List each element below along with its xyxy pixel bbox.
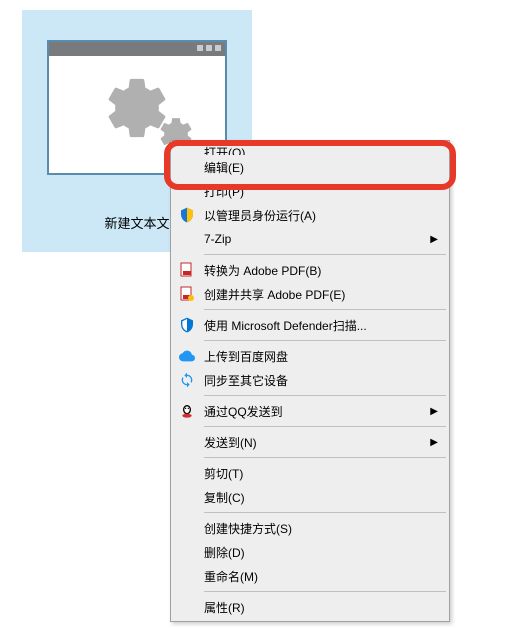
chevron-right-icon: ▶ (430, 437, 438, 448)
blank-icon (178, 519, 196, 537)
chevron-right-icon: ▶ (430, 406, 438, 417)
blank-icon (178, 433, 196, 451)
menu-label: 7-Zip (204, 232, 418, 246)
menu-label: 打印(P) (204, 183, 418, 200)
menu-item-print[interactable]: 打印(P) (172, 179, 448, 203)
blank-icon (178, 488, 196, 506)
menu-item-send-to[interactable]: 发送到(N) ▶ (172, 430, 448, 454)
menu-item-create-shortcut[interactable]: 创建快捷方式(S) (172, 516, 448, 540)
menu-label: 使用 Microsoft Defender扫描... (204, 317, 418, 334)
menu-label: 创建快捷方式(S) (204, 520, 418, 537)
menu-label: 转换为 Adobe PDF(B) (204, 262, 418, 279)
menu-label: 同步至其它设备 (204, 372, 418, 389)
menu-separator (204, 254, 446, 255)
sync-icon (178, 371, 196, 389)
thumbnail-titlebar (49, 42, 225, 56)
shield-icon (178, 206, 196, 224)
menu-item-defender-scan[interactable]: 使用 Microsoft Defender扫描... (172, 313, 448, 337)
menu-label: 属性(R) (204, 599, 418, 616)
menu-separator (204, 426, 446, 427)
menu-item-delete[interactable]: 删除(D) (172, 540, 448, 564)
menu-item-convert-pdf[interactable]: 转换为 Adobe PDF(B) (172, 258, 448, 282)
qq-icon (178, 402, 196, 420)
blank-icon (178, 182, 196, 200)
blank-icon (178, 543, 196, 561)
menu-item-edit[interactable]: 编辑(E) (172, 155, 448, 179)
menu-item-sync-devices[interactable]: 同步至其它设备 (172, 368, 448, 392)
menu-separator (204, 309, 446, 310)
file-label: 新建文本文 (104, 213, 169, 232)
menu-label: 以管理员身份运行(A) (204, 207, 418, 224)
menu-label: 发送到(N) (204, 434, 418, 451)
pdf-icon (178, 261, 196, 279)
menu-label: 剪切(T) (204, 465, 418, 482)
menu-label: 创建并共享 Adobe PDF(E) (204, 286, 418, 303)
menu-item-cut[interactable]: 剪切(T) (172, 461, 448, 485)
menu-label: 打开(O) (204, 144, 418, 155)
menu-item-rename[interactable]: 重命名(M) (172, 564, 448, 588)
menu-separator (204, 591, 446, 592)
cloud-upload-icon (178, 347, 196, 365)
menu-label: 编辑(E) (204, 159, 418, 176)
menu-separator (204, 512, 446, 513)
menu-label: 删除(D) (204, 544, 418, 561)
blank-icon (178, 230, 196, 248)
defender-icon (178, 316, 196, 334)
menu-item-create-share-pdf[interactable]: 创建并共享 Adobe PDF(E) (172, 282, 448, 306)
context-menu: 打开(O) 编辑(E) 打印(P) 以管理员身份运行(A) 7-Zip ▶ 转换… (170, 140, 450, 622)
blank-icon (178, 464, 196, 482)
menu-item-7zip[interactable]: 7-Zip ▶ (172, 227, 448, 251)
blank-icon (178, 567, 196, 585)
menu-item-properties[interactable]: 属性(R) (172, 595, 448, 619)
chevron-right-icon: ▶ (430, 234, 438, 245)
menu-separator (204, 457, 446, 458)
pdf-share-icon (178, 285, 196, 303)
menu-label: 上传到百度网盘 (204, 348, 418, 365)
menu-item-qq-send[interactable]: 通过QQ发送到 ▶ (172, 399, 448, 423)
menu-label: 复制(C) (204, 489, 418, 506)
menu-separator (204, 340, 446, 341)
menu-item-copy[interactable]: 复制(C) (172, 485, 448, 509)
blank-icon (178, 598, 196, 616)
menu-label: 重命名(M) (204, 568, 418, 585)
blank-icon (178, 158, 196, 176)
menu-item-run-as-admin[interactable]: 以管理员身份运行(A) (172, 203, 448, 227)
menu-item-upload-baidu[interactable]: 上传到百度网盘 (172, 344, 448, 368)
menu-item-open[interactable]: 打开(O) (172, 143, 448, 155)
menu-label: 通过QQ发送到 (204, 403, 418, 420)
menu-separator (204, 395, 446, 396)
